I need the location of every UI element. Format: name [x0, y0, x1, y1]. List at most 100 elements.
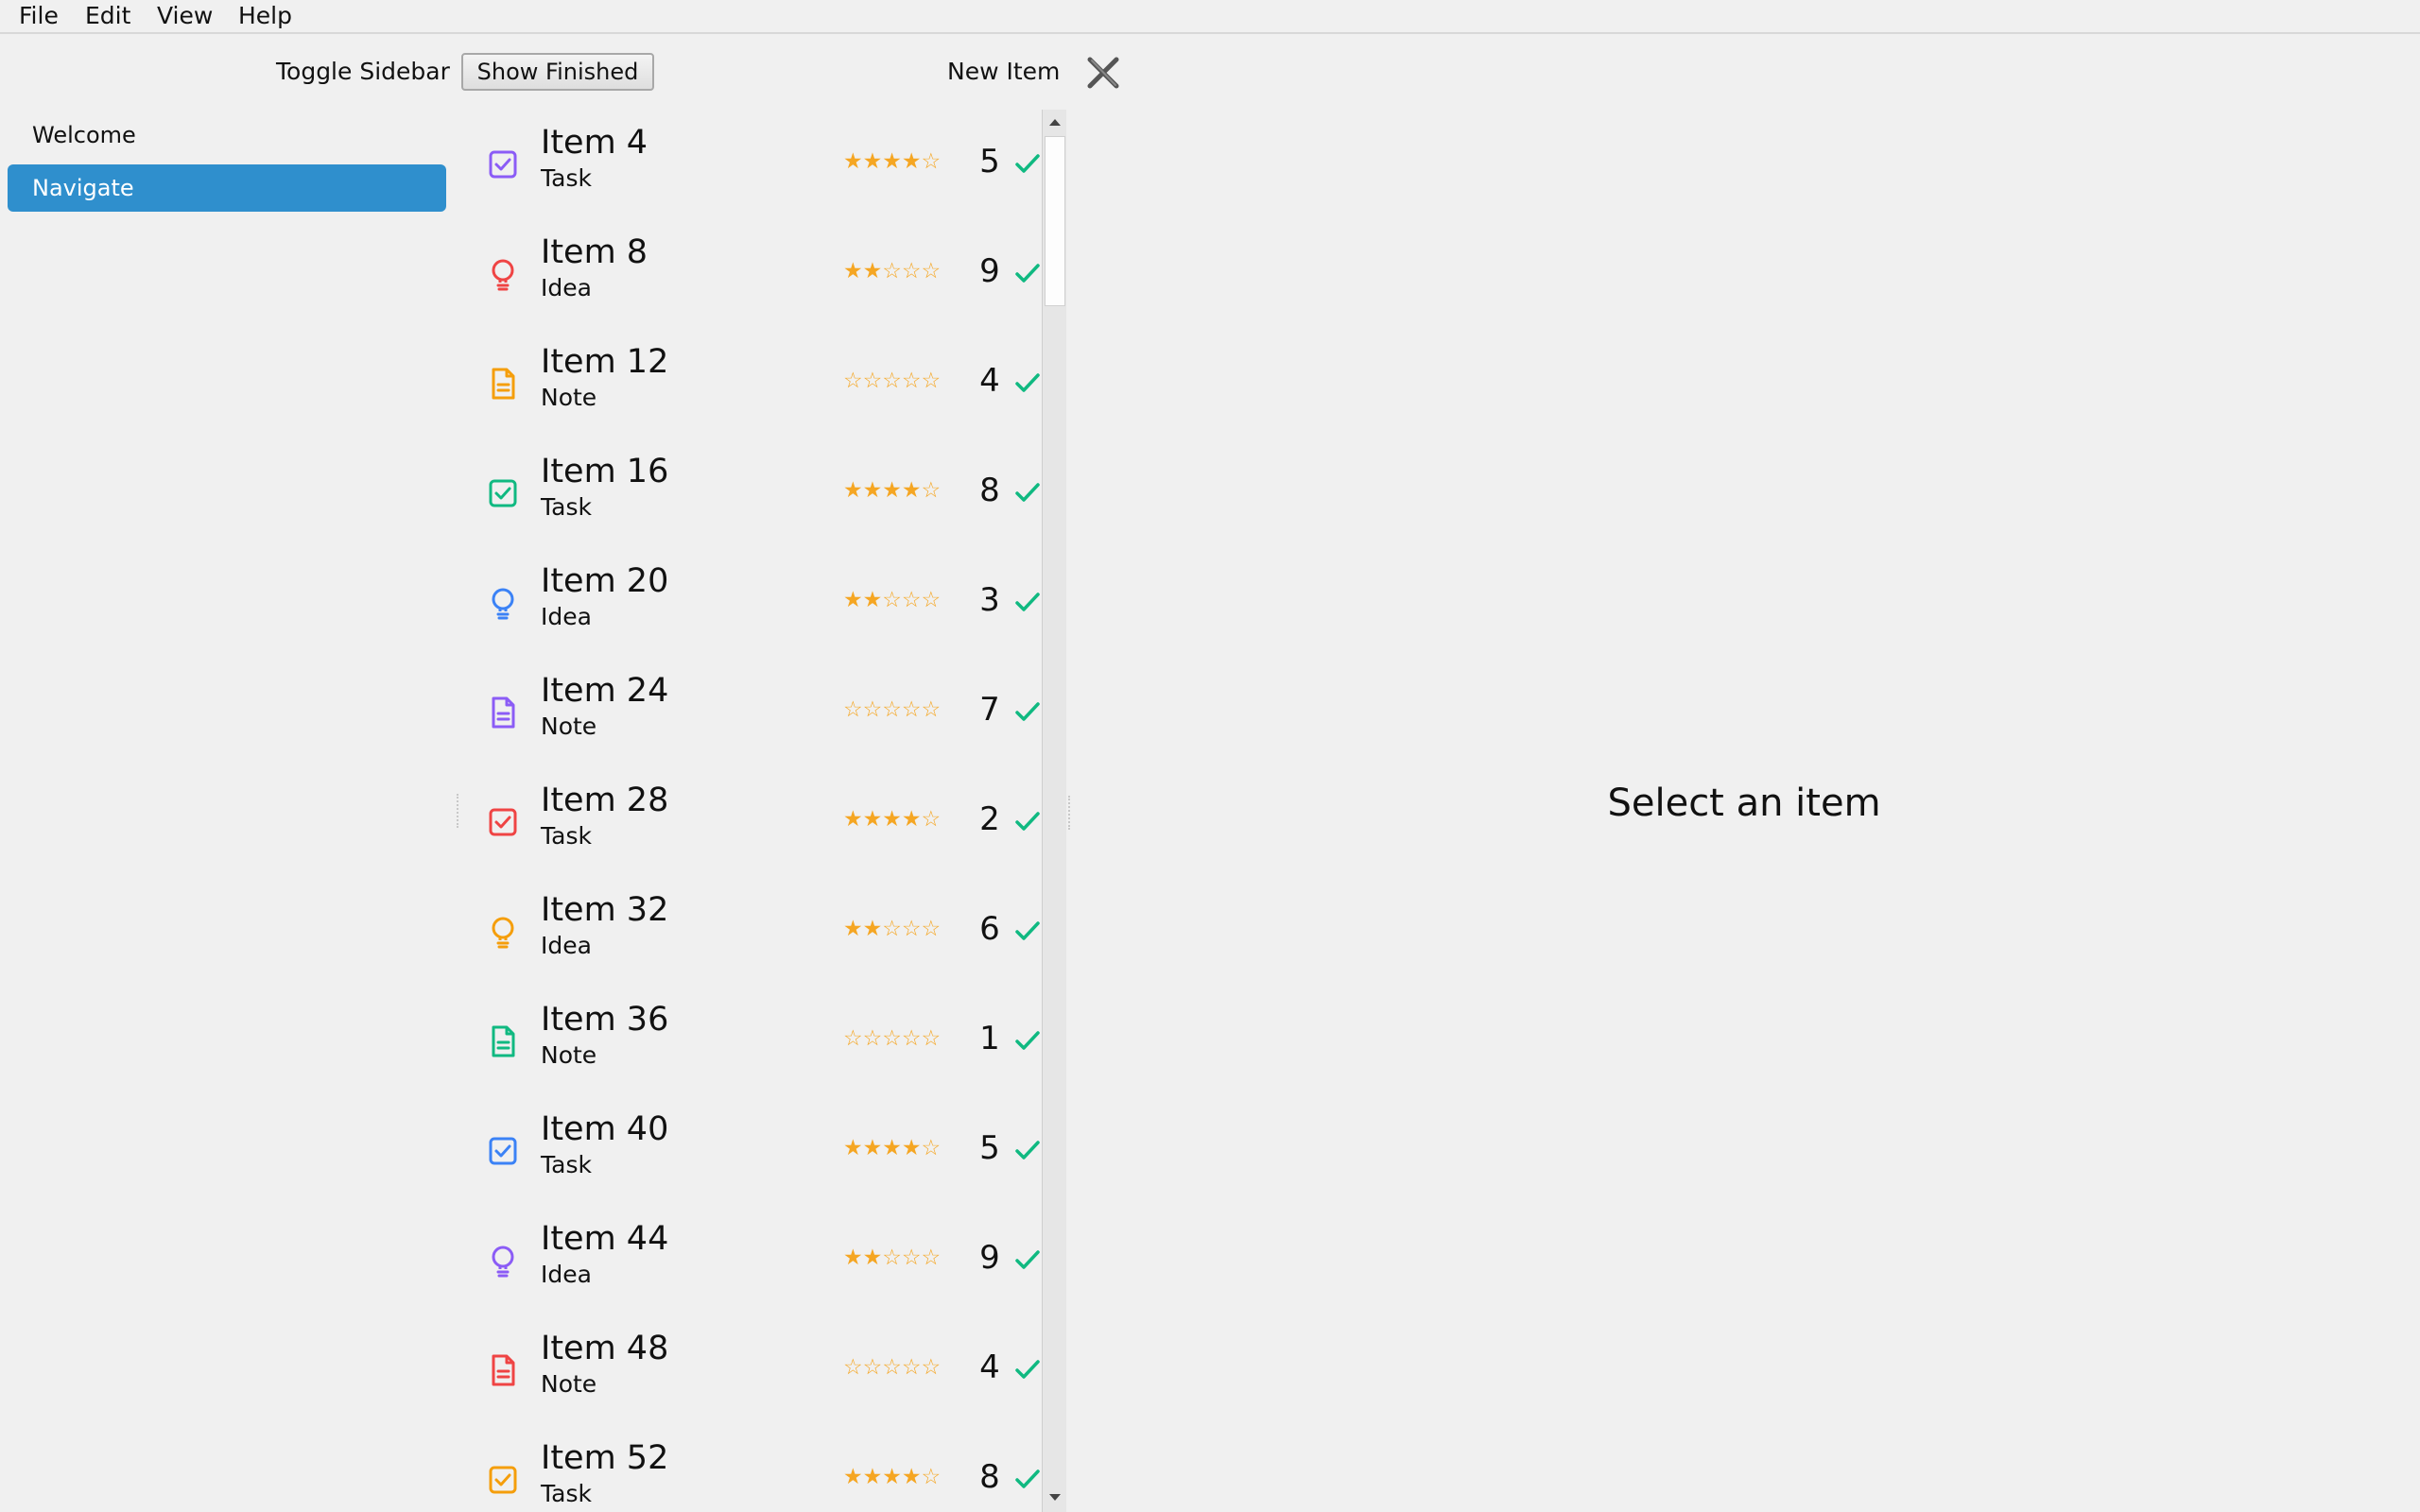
checkbox-icon — [486, 1463, 520, 1497]
checkmark-icon — [1013, 369, 1042, 397]
show-finished-button[interactable]: Show Finished — [461, 53, 654, 91]
item-kind: Idea — [541, 274, 592, 301]
list-item[interactable]: Item 16 Task ★★★★☆ 8 — [463, 438, 1042, 548]
checkmark-icon — [1013, 1246, 1042, 1274]
item-title: Item 36 — [541, 1001, 669, 1039]
scroll-down-arrow-icon[interactable] — [1048, 1493, 1062, 1503]
list-item[interactable]: Item 48 Note ☆☆☆☆☆ 4 — [463, 1315, 1042, 1425]
list-item[interactable]: Item 20 Idea ★★☆☆☆ 3 — [463, 548, 1042, 658]
item-title: Item 48 — [541, 1330, 669, 1367]
item-title: Item 40 — [541, 1110, 669, 1148]
item-title: Item 28 — [541, 782, 669, 819]
menu-bar: File Edit View Help — [0, 0, 2420, 34]
rating-stars: ★★☆☆☆ — [843, 588, 942, 612]
list-item[interactable]: Item 4 Task ★★★★☆ 5 — [463, 110, 1042, 219]
checkmark-icon — [1013, 259, 1042, 287]
item-title: Item 32 — [541, 891, 669, 929]
list-item[interactable]: Item 36 Note ☆☆☆☆☆ 1 — [463, 987, 1042, 1096]
item-kind: Note — [541, 713, 597, 740]
checkmark-icon — [1013, 917, 1042, 945]
rating-stars: ★★★★☆ — [843, 807, 942, 832]
checkmark-icon — [1013, 1465, 1042, 1493]
detail-placeholder: Select an item — [1607, 782, 1881, 825]
item-kind: Note — [541, 1041, 597, 1069]
item-title: Item 52 — [541, 1439, 669, 1477]
rating-stars: ★★☆☆☆ — [843, 259, 942, 284]
rating-stars: ★★★★☆ — [843, 478, 942, 503]
item-count: 3 — [979, 581, 1000, 619]
item-kind: Idea — [541, 603, 592, 630]
menu-view[interactable]: View — [157, 2, 213, 30]
item-kind: Task — [541, 164, 592, 192]
rating-stars: ★★★★☆ — [843, 1465, 942, 1489]
item-title: Item 16 — [541, 453, 669, 490]
checkmark-icon — [1013, 478, 1042, 507]
item-kind: Task — [541, 1151, 592, 1178]
document-icon — [486, 696, 520, 730]
item-title: Item 24 — [541, 672, 669, 710]
rating-stars: ☆☆☆☆☆ — [843, 369, 942, 393]
list-item[interactable]: Item 8 Idea ★★☆☆☆ 9 — [463, 219, 1042, 329]
item-count: 2 — [979, 800, 1000, 838]
item-count: 7 — [979, 691, 1000, 729]
rating-stars: ★★☆☆☆ — [843, 917, 942, 941]
list-item[interactable]: Item 44 Idea ★★☆☆☆ 9 — [463, 1206, 1042, 1315]
item-kind: Idea — [541, 1261, 592, 1288]
scroll-up-arrow-icon[interactable] — [1048, 117, 1062, 127]
checkbox-icon — [486, 147, 520, 181]
item-count: 6 — [979, 910, 1000, 948]
lightbulb-icon — [486, 915, 520, 949]
lightbulb-icon — [486, 1244, 520, 1278]
item-count: 5 — [979, 143, 1000, 180]
item-title: Item 8 — [541, 233, 648, 271]
toggle-sidebar-button[interactable]: Toggle Sidebar — [276, 58, 450, 86]
item-count: 9 — [979, 1239, 1000, 1277]
new-item-button[interactable]: New Item — [947, 58, 1060, 86]
item-count: 1 — [979, 1020, 1000, 1057]
document-icon — [486, 367, 520, 401]
checkmark-icon — [1013, 807, 1042, 835]
rating-stars: ★★★★☆ — [843, 149, 942, 174]
menu-help[interactable]: Help — [238, 2, 292, 30]
item-count: 4 — [979, 1349, 1000, 1386]
checkbox-icon — [486, 476, 520, 510]
rating-stars: ★★★★☆ — [843, 1136, 942, 1160]
item-kind: Note — [541, 384, 597, 411]
rating-stars: ☆☆☆☆☆ — [843, 1026, 942, 1051]
checkmark-icon — [1013, 1026, 1042, 1055]
item-count: 5 — [979, 1129, 1000, 1167]
list-item[interactable]: Item 40 Task ★★★★☆ 5 — [463, 1096, 1042, 1206]
menu-edit[interactable]: Edit — [85, 2, 130, 30]
list-item[interactable]: Item 52 Task ★★★★☆ 8 — [463, 1425, 1042, 1512]
checkmark-icon — [1013, 588, 1042, 616]
list-scrollbar[interactable] — [1042, 110, 1066, 1512]
sidebar-item-navigate[interactable]: Navigate — [8, 164, 446, 212]
item-count: 8 — [979, 472, 1000, 509]
item-count: 4 — [979, 362, 1000, 400]
lightbulb-icon — [486, 586, 520, 620]
item-kind: Note — [541, 1370, 597, 1398]
checkbox-icon — [486, 805, 520, 839]
sidebar-item-label: Navigate — [32, 175, 134, 201]
item-kind: Task — [541, 493, 592, 521]
list-item[interactable]: Item 12 Note ☆☆☆☆☆ 4 — [463, 329, 1042, 438]
list-item[interactable]: Item 24 Note ☆☆☆☆☆ 7 — [463, 658, 1042, 767]
scrollbar-thumb[interactable] — [1045, 136, 1065, 306]
checkmark-icon — [1013, 1355, 1042, 1383]
close-icon[interactable] — [1083, 53, 1123, 93]
sidebar-item-welcome[interactable]: Welcome — [8, 112, 446, 159]
document-icon — [486, 1353, 520, 1387]
menu-file[interactable]: File — [19, 2, 59, 30]
lightbulb-icon — [486, 257, 520, 291]
rating-stars: ☆☆☆☆☆ — [843, 697, 942, 722]
item-kind: Idea — [541, 932, 592, 959]
document-icon — [486, 1024, 520, 1058]
sidebar-item-label: Welcome — [32, 122, 136, 148]
item-list: Item 4 Task ★★★★☆ 5 Item 8 Idea ★★☆☆☆ 9 Item 12 N… — [463, 110, 1042, 1512]
sidebar-splitter-handle[interactable] — [457, 794, 458, 828]
checkbox-icon — [486, 1134, 520, 1168]
list-item[interactable]: Item 32 Idea ★★☆☆☆ 6 — [463, 877, 1042, 987]
item-count: 8 — [979, 1458, 1000, 1496]
item-kind: Task — [541, 822, 592, 850]
list-item[interactable]: Item 28 Task ★★★★☆ 2 — [463, 767, 1042, 877]
